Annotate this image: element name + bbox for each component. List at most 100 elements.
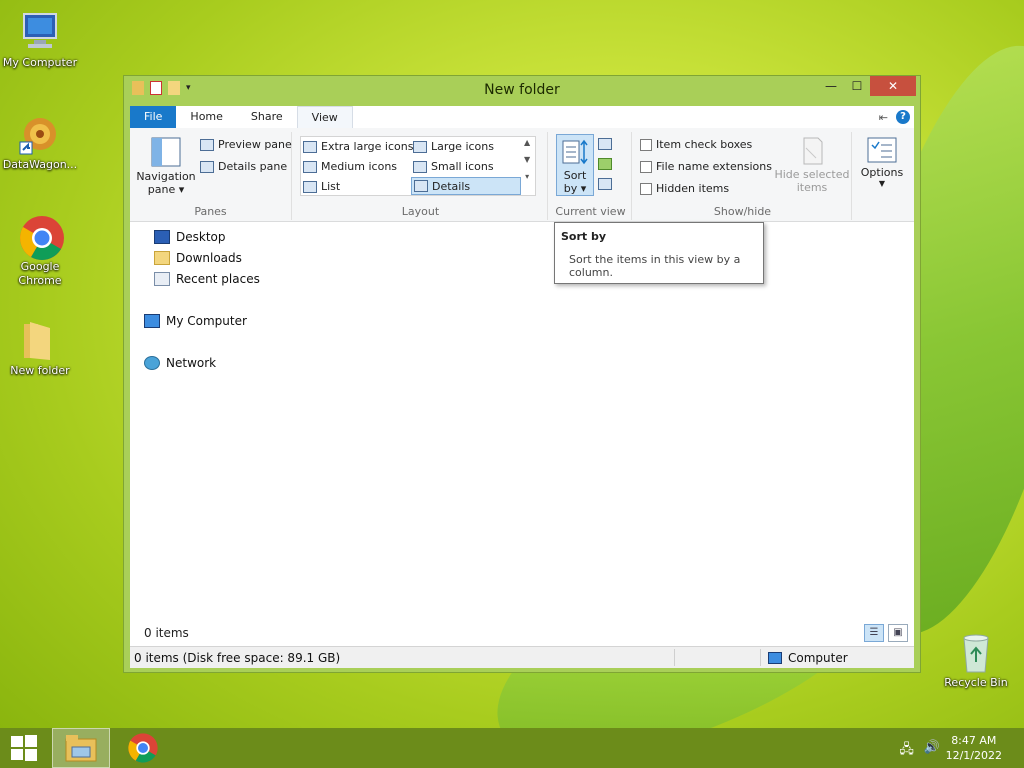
hide-selected-items-button[interactable]: Hide selected items (774, 136, 850, 194)
nav-item-my-computer[interactable]: My Computer (144, 314, 247, 328)
computer-icon (768, 652, 782, 664)
list-icon (303, 180, 317, 193)
options-icon (867, 137, 897, 163)
desktop-icon-new-folder[interactable]: New folder (0, 318, 80, 378)
options-button[interactable]: Options ▼ (856, 136, 908, 188)
nav-item-recent-places[interactable]: Recent places (154, 272, 260, 286)
group-by-button[interactable] (598, 138, 612, 150)
navigation-pane-button[interactable]: Navigation pane ▾ (134, 136, 198, 196)
size-columns-button[interactable] (598, 178, 612, 190)
small-icons-icon (413, 160, 427, 173)
group-label-layout: Layout (401, 205, 440, 218)
tab-view[interactable]: View (296, 106, 353, 128)
group-by-icon (598, 138, 612, 150)
group-current-view: Sort by ▾ Current view (550, 132, 632, 220)
details-pane-button[interactable]: Details pane (200, 160, 287, 173)
system-tray: 🖧 🔊 (899, 740, 940, 762)
volume-icon[interactable]: 🔊 (924, 740, 940, 762)
details-view-button[interactable]: ☰ (864, 624, 884, 642)
preview-pane-button[interactable]: Preview pane (200, 138, 292, 151)
explorer-window: ▾ New folder — ☐ ✕ File Home Share View … (123, 75, 921, 673)
sort-by-icon (562, 139, 588, 165)
checkbox[interactable] (640, 160, 652, 173)
taskbar-chrome[interactable] (116, 728, 170, 768)
folder-icon (18, 318, 62, 362)
desktop-icon-datawagon[interactable]: DataWagon... (0, 112, 80, 172)
medium-icons-icon (303, 160, 317, 173)
layout-extra-large-icons[interactable]: Extra large icons (303, 140, 413, 153)
details-icon (414, 180, 428, 192)
tab-home[interactable]: Home (176, 106, 236, 128)
status-divider (674, 649, 675, 666)
group-layout: Extra large icons Large icons Medium ico… (294, 132, 548, 220)
large-icons-view-button[interactable]: ▣ (888, 624, 908, 642)
layout-gallery-scroll[interactable]: ▲ ▼ ▾ (524, 138, 530, 181)
network-icon[interactable]: 🖧 (899, 740, 914, 762)
large-icons-icon (413, 140, 427, 153)
desktop-icon-label: My Computer (2, 56, 78, 69)
layout-details[interactable]: Details (411, 177, 521, 195)
downloads-icon (154, 251, 170, 265)
nav-item-network[interactable]: Network (144, 356, 216, 370)
checkbox[interactable] (640, 182, 652, 195)
item-check-boxes-toggle[interactable]: Item check boxes (640, 138, 752, 151)
clock[interactable]: 8:47 AM 12/1/2022 (946, 733, 1002, 763)
status-divider (760, 649, 761, 666)
nav-item-downloads[interactable]: Downloads (154, 251, 242, 265)
desktop-icon-my-computer[interactable]: My Computer (0, 10, 80, 70)
tab-share[interactable]: Share (237, 106, 297, 128)
chevron-down-icon: ▼ (524, 155, 531, 164)
layout-small-icons[interactable]: Small icons (413, 160, 494, 173)
add-columns-button[interactable] (598, 158, 612, 170)
layout-list[interactable]: List (303, 180, 340, 193)
layout-gallery: Extra large icons Large icons Medium ico… (300, 136, 536, 196)
details-pane-icon (200, 160, 214, 173)
group-label-current-view: Current view (555, 205, 626, 218)
desktop-icon (154, 230, 170, 244)
chevron-up-icon: ▲ (524, 138, 531, 147)
hidden-items-toggle[interactable]: Hidden items (640, 182, 729, 195)
desktop-icon-google-chrome[interactable]: Google Chrome (0, 214, 80, 288)
group-label-panes: Panes (194, 205, 227, 218)
window-title: New folder (484, 82, 560, 98)
help-icon[interactable]: ? (896, 110, 910, 124)
layout-medium-icons[interactable]: Medium icons (303, 160, 397, 173)
recycle-bin-icon (954, 630, 998, 674)
navigation-pane-icon (151, 137, 181, 167)
checkbox[interactable] (640, 138, 652, 151)
start-button[interactable] (0, 728, 48, 768)
close-button[interactable]: ✕ (870, 76, 916, 96)
group-label-show-hide: Show/hide (713, 205, 772, 218)
group-panes: Navigation pane ▾ Preview pane Details p… (130, 132, 292, 220)
desktop-icon-recycle-bin[interactable]: Recycle Bin (936, 630, 1016, 690)
layout-large-icons[interactable]: Large icons (413, 140, 494, 153)
tab-file[interactable]: File (130, 106, 177, 128)
maximize-button[interactable]: ☐ (844, 76, 870, 96)
computer-icon (18, 10, 62, 54)
content-area: Desktop Downloads Recent places My Compu… (130, 222, 914, 646)
file-name-extensions-toggle[interactable]: File name extensions (640, 160, 772, 173)
sort-by-button[interactable]: Sort by ▾ (556, 134, 594, 196)
windows-logo-icon (11, 735, 37, 761)
status-bar: 0 items (Disk free space: 89.1 GB) Compu… (130, 646, 914, 668)
chrome-icon (128, 733, 158, 763)
group-show-hide: Item check boxes File name extensions Hi… (634, 132, 852, 220)
desktop-icon-label: New folder (10, 364, 70, 377)
minimize-button[interactable]: — (818, 76, 844, 96)
status-location: Computer (768, 651, 848, 665)
preview-pane-icon (200, 138, 214, 151)
status-text: 0 items (Disk free space: 89.1 GB) (134, 651, 341, 665)
nav-item-desktop[interactable]: Desktop (154, 230, 226, 244)
minimize-ribbon-icon[interactable]: ⇤ (879, 111, 888, 124)
chevron-down-icon: ▼ (878, 179, 886, 188)
title-bar[interactable]: ▾ New folder — ☐ ✕ (124, 76, 920, 104)
expand-gallery-icon: ▾ (525, 172, 530, 181)
window-controls: — ☐ ✕ (818, 76, 916, 96)
tooltip-body: Sort the items in this view by a column. (569, 253, 741, 279)
sort-by-tooltip: Sort by Sort the items in this view by a… (554, 222, 764, 284)
file-explorer-icon (65, 735, 97, 762)
taskbar-file-explorer[interactable] (52, 728, 110, 768)
datawagon-icon (18, 112, 62, 156)
ribbon-tabs: File Home Share View ⇤ ? (130, 106, 914, 128)
network-icon (144, 356, 160, 370)
